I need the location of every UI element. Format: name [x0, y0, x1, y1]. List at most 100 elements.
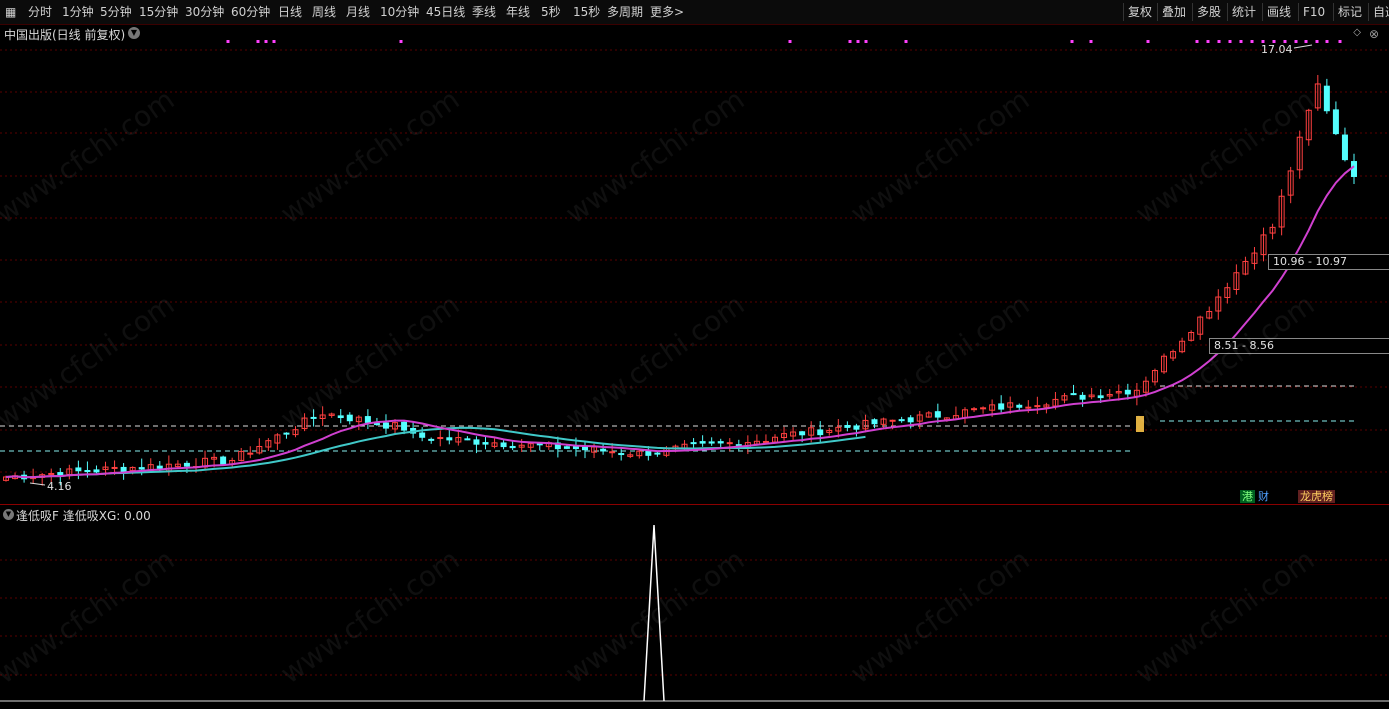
candle-body	[1016, 404, 1023, 408]
period-tab-0[interactable]: 分时	[28, 0, 52, 24]
candle-body	[75, 467, 82, 472]
candle-body	[1233, 272, 1240, 290]
period-tab-2[interactable]: 5分钟	[100, 0, 132, 24]
period-tab-15[interactable]: 多周期	[607, 0, 643, 24]
candle-body	[1007, 402, 1014, 408]
signal-marker	[904, 40, 908, 43]
range-label-upper: 10.96 - 10.97	[1268, 254, 1389, 270]
tool-button-5[interactable]: F10	[1303, 0, 1325, 24]
candle-body	[1341, 134, 1348, 161]
signal-marker	[256, 40, 260, 43]
candle-body	[265, 440, 272, 448]
period-tab-6[interactable]: 日线	[278, 0, 302, 24]
candle-body	[120, 466, 127, 473]
period-tab-10[interactable]: 45日线	[426, 0, 465, 24]
candle-body	[591, 446, 598, 453]
title-dropdown-icon[interactable]: ▼	[128, 27, 140, 39]
tool-separator	[1157, 3, 1158, 21]
candle-body	[1179, 340, 1186, 353]
watermark-text: www.cfchi.com	[274, 82, 466, 231]
candle-body	[799, 431, 806, 436]
candle-body	[726, 442, 733, 445]
candle-body	[39, 474, 46, 478]
candle-body	[1034, 405, 1041, 408]
candle-body	[844, 425, 851, 428]
candle-body	[934, 411, 941, 418]
candle-body	[1224, 287, 1231, 299]
period-tab-4[interactable]: 30分钟	[185, 0, 224, 24]
candle-body	[509, 445, 516, 449]
candle-body	[681, 443, 688, 449]
candle-body	[48, 472, 55, 475]
candle-body	[328, 413, 335, 416]
candle-body	[672, 445, 679, 450]
candle-body	[762, 440, 769, 443]
candle-body	[473, 439, 480, 445]
dragon-tiger-badge[interactable]: 龙虎榜	[1298, 490, 1335, 503]
candle-body	[1115, 391, 1122, 394]
period-tab-12[interactable]: 年线	[506, 0, 530, 24]
signal-marker	[1239, 40, 1243, 43]
watermark-text: www.cfchi.com	[1129, 287, 1321, 436]
period-tab-11[interactable]: 季线	[472, 0, 496, 24]
tool-button-1[interactable]: 叠加	[1162, 0, 1186, 24]
panel-divider	[0, 504, 1389, 505]
candle-body	[464, 438, 471, 441]
finance-badge[interactable]: 财	[1256, 490, 1271, 503]
indicator-label: 逢低吸F 逢低吸XG: 0.00	[16, 509, 151, 523]
candle-body	[554, 442, 561, 450]
diamond-icon[interactable]: ◇	[1353, 27, 1361, 38]
candle-body	[247, 452, 254, 455]
close-icon[interactable]: ⊗	[1369, 27, 1379, 41]
candle-body	[1133, 389, 1140, 397]
tool-button-0[interactable]: 复权	[1128, 0, 1152, 24]
period-tab-5[interactable]: 60分钟	[231, 0, 270, 24]
tool-button-7[interactable]: 自选	[1373, 0, 1389, 24]
tool-separator	[1298, 3, 1299, 21]
candle-body	[582, 446, 589, 451]
candle-body	[129, 466, 136, 472]
period-tab-1[interactable]: 1分钟	[62, 0, 94, 24]
candle-body	[790, 431, 797, 437]
candle-body	[563, 446, 570, 449]
signal-marker	[1206, 40, 1210, 43]
period-tab-13[interactable]: 5秒	[541, 0, 561, 24]
candle-body	[156, 465, 163, 469]
period-tab-8[interactable]: 月线	[346, 0, 370, 24]
period-tab-14[interactable]: 15秒	[573, 0, 600, 24]
watermark-text: www.cfchi.com	[274, 287, 466, 436]
candle-body	[12, 475, 19, 480]
watermark-text: www.cfchi.com	[844, 287, 1036, 436]
candle-body	[419, 432, 426, 438]
ma-line-cyan	[5, 426, 866, 479]
candle-body	[138, 467, 145, 470]
tool-button-6[interactable]: 标记	[1338, 0, 1362, 24]
candle-body	[699, 441, 706, 444]
candle-body	[274, 434, 281, 444]
hk-badge[interactable]: 港	[1240, 490, 1255, 503]
candle-body	[952, 415, 959, 420]
period-tab-7[interactable]: 周线	[312, 0, 336, 24]
watermark-text: www.cfchi.com	[274, 542, 466, 691]
candle-body	[174, 463, 181, 468]
menu-icon[interactable]: ▦	[5, 0, 16, 24]
candle-body	[1079, 394, 1086, 400]
period-tab-16[interactable]: 更多>	[650, 0, 684, 24]
period-tab-9[interactable]: 10分钟	[380, 0, 419, 24]
candle-body	[1088, 394, 1095, 398]
candle-body	[229, 459, 236, 465]
candle-body	[1188, 332, 1195, 341]
candle-body	[147, 464, 154, 472]
watermark-text: www.cfchi.com	[844, 542, 1036, 691]
tool-button-2[interactable]: 多股	[1197, 0, 1221, 24]
candle-body	[1269, 226, 1276, 234]
tool-button-3[interactable]: 统计	[1232, 0, 1256, 24]
tool-button-4[interactable]: 画线	[1267, 0, 1291, 24]
period-tab-3[interactable]: 15分钟	[139, 0, 178, 24]
indicator-dropdown-icon[interactable]: ▼	[3, 509, 14, 520]
candle-body	[925, 412, 932, 418]
candle-body	[183, 462, 190, 467]
candle-body	[627, 454, 634, 457]
candle-body	[392, 422, 399, 430]
candle-body	[1043, 404, 1050, 408]
